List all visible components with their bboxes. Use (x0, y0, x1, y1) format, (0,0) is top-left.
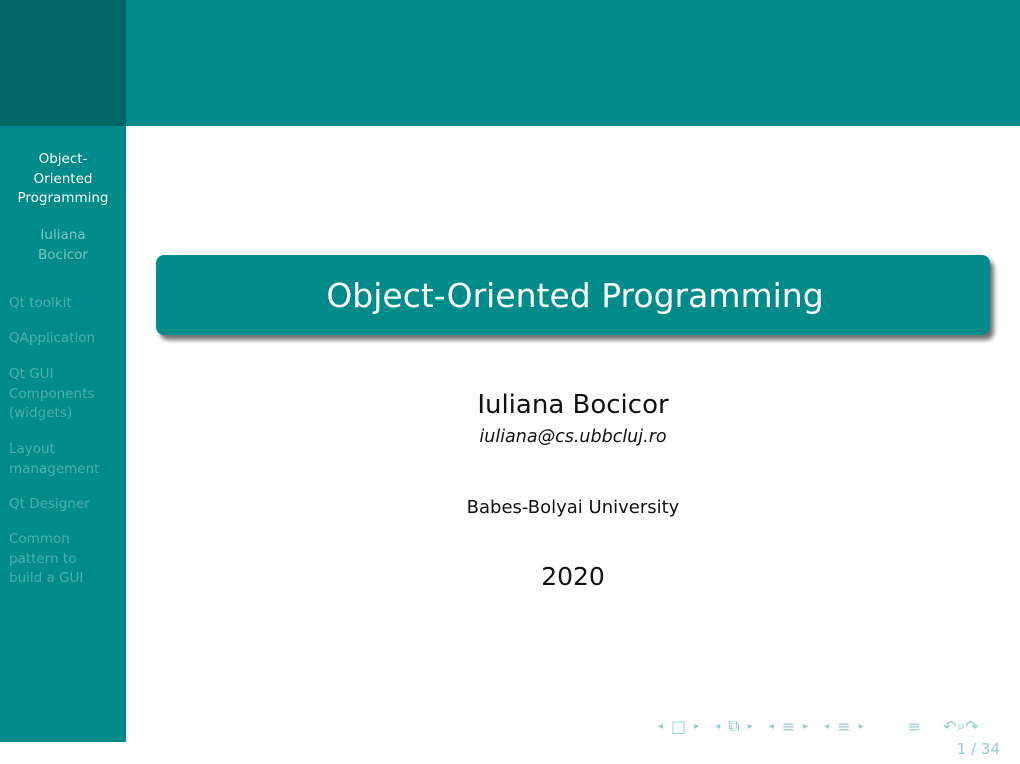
institution: Babes-Bolyai University (466, 497, 680, 518)
next-subsection-icon[interactable]: ▸ (748, 721, 753, 732)
prev-subsection-icon[interactable]: ◂ (715, 721, 720, 732)
search-icon[interactable]: ⌕ (956, 716, 965, 736)
prev-frame-icon[interactable]: ◂ (658, 721, 663, 732)
author-name: Iuliana Bocicor (477, 390, 669, 420)
author-email: iuliana@cs.ubbcluj.ro (479, 427, 667, 447)
next-section-icon[interactable]: ▸ (803, 721, 808, 732)
navigation-bar: ◂ □ ▸ ◂ ⧉ ▸ ◂ ≡ ▸ ◂ ≡ ▸ ≡ ↶ ⌕ ↷ (650, 716, 979, 736)
document-icon[interactable]: ≡ (837, 717, 850, 736)
title-box: Object-Oriented Programming (156, 255, 990, 335)
slide-title: Object-Oriented Programming (326, 275, 824, 315)
sidebar-item-layout-management[interactable]: Layout management (9, 440, 124, 479)
sidebar: Object- Oriented Programming Iuliana Boc… (0, 126, 126, 742)
outline-icon[interactable]: ≡ (908, 717, 921, 736)
subsection-icon[interactable]: ⧉ (728, 716, 739, 736)
next-frame-icon[interactable]: ▸ (694, 721, 699, 732)
sidebar-item-qt-toolkit[interactable]: Qt toolkit (9, 294, 124, 314)
frame-icon[interactable]: □ (671, 717, 686, 736)
sidebar-item-qapplication[interactable]: QApplication (9, 329, 124, 349)
sidebar-item-qt-designer[interactable]: Qt Designer (9, 495, 124, 515)
forward-icon[interactable]: ↷ (965, 717, 978, 736)
sidebar-title[interactable]: Object- Oriented Programming (0, 150, 126, 209)
section-icon[interactable]: ≡ (782, 717, 795, 736)
sidebar-item-qt-gui-components[interactable]: Qt GUI Components (widgets) (9, 365, 124, 424)
sidebar-item-common-pattern[interactable]: Common pattern to build a GUI (9, 530, 124, 589)
page-indicator: 1 / 34 (956, 740, 1000, 758)
prev-document-icon[interactable]: ◂ (824, 721, 829, 732)
year: 2020 (541, 562, 605, 591)
sidebar-author[interactable]: Iuliana Bocicor (0, 226, 126, 265)
header-logo-area (0, 0, 126, 126)
back-icon[interactable]: ↶ (943, 717, 956, 736)
next-document-icon[interactable]: ▸ (859, 721, 864, 732)
prev-section-icon[interactable]: ◂ (769, 721, 774, 732)
header-bar (126, 0, 1020, 126)
